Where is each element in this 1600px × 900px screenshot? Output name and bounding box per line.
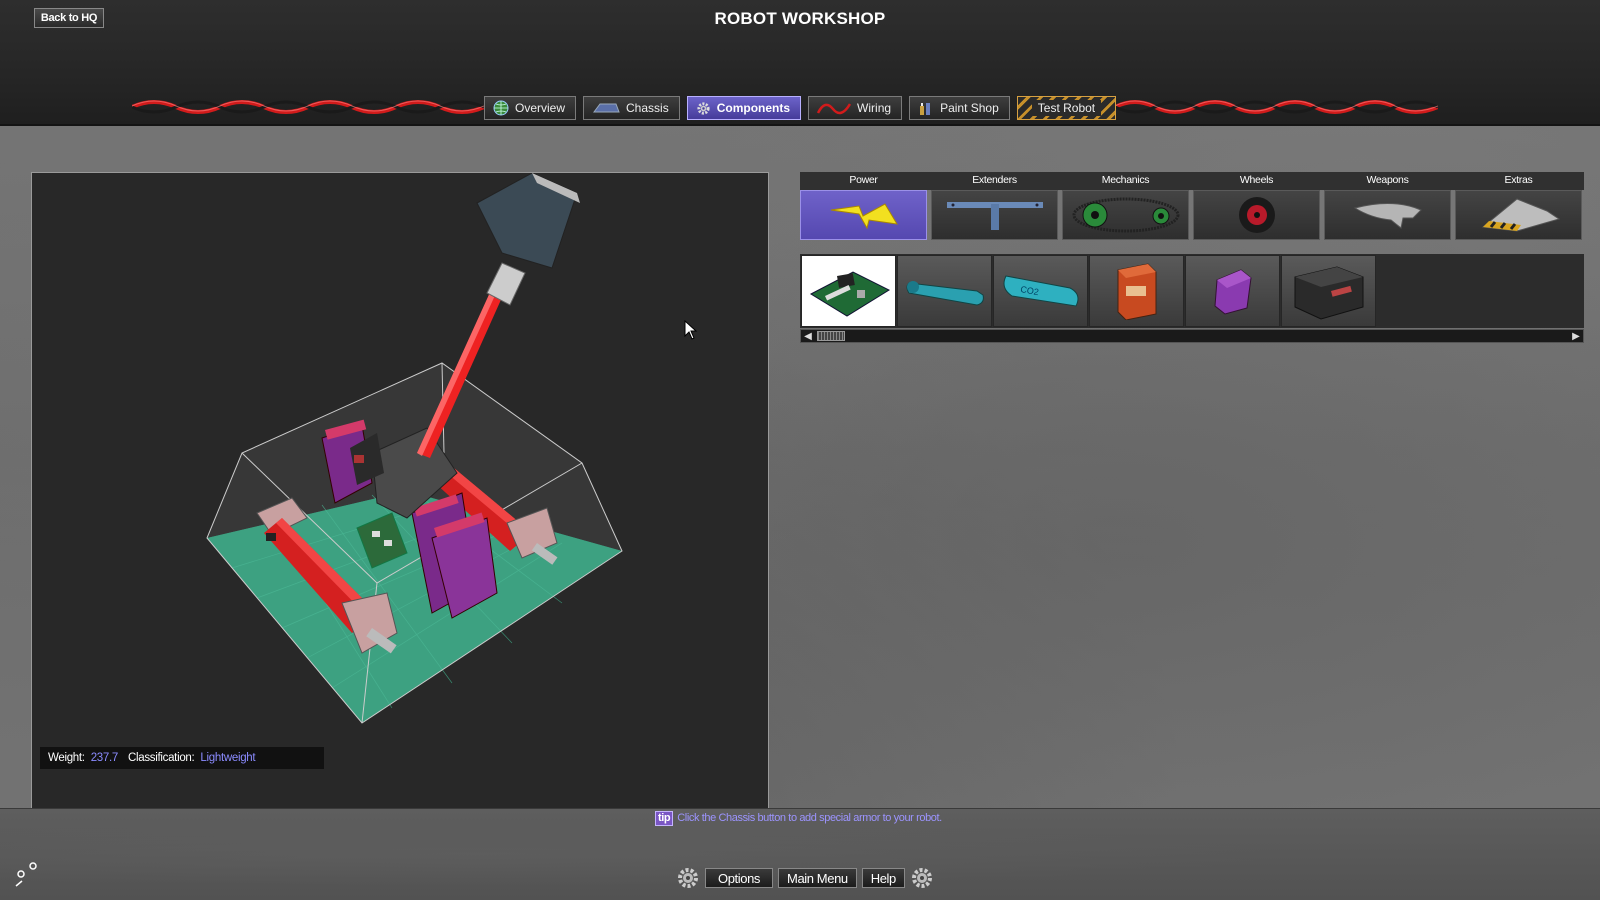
globe-icon: [493, 100, 509, 116]
bottom-menu-bar: Options Main Menu Help: [676, 866, 934, 890]
tab-overview[interactable]: Overview: [484, 96, 577, 120]
category-weapons: Weapons: [1324, 172, 1451, 240]
wire-decoration-right: [1115, 100, 1438, 114]
ramp-icon: [1481, 198, 1560, 232]
wheel-icon: [1238, 197, 1275, 233]
orange-battery-icon: [1117, 263, 1156, 320]
tab-paint-shop[interactable]: Paint Shop: [909, 96, 1010, 120]
tab-label: Wiring: [857, 101, 892, 115]
tip-badge: tip: [655, 810, 674, 826]
category-label: Extras: [1504, 174, 1533, 186]
circuit-board-icon: [809, 271, 890, 317]
item-orange-battery[interactable]: [1089, 255, 1184, 327]
tip-message: tip Click the Chassis button to add spec…: [655, 810, 942, 826]
category-power: Power: [800, 172, 927, 240]
category-extras: Extras: [1455, 172, 1582, 240]
tab-test-robot[interactable]: Test Robot: [1016, 96, 1117, 120]
tab-label: Test Robot: [1031, 100, 1102, 116]
loading-indicator-icon: [15, 862, 37, 887]
category-label: Weapons: [1366, 174, 1409, 186]
component-items-panel: CO2: [800, 254, 1584, 328]
tab-label: Paint Shop: [940, 101, 999, 115]
options-button[interactable]: Options: [705, 868, 774, 888]
classification-value: Lightweight: [200, 752, 256, 764]
item-circuit-board[interactable]: [801, 255, 896, 327]
wire-decoration-left: [132, 100, 484, 114]
item-teal-tank[interactable]: [897, 255, 992, 327]
items-scrollbar[interactable]: ◀ ▶: [800, 329, 1584, 343]
black-battery-icon: [1294, 266, 1363, 320]
category-extenders-button[interactable]: [931, 190, 1058, 240]
co2-tank-icon: CO2: [1003, 275, 1078, 307]
teal-tank-icon: [906, 281, 984, 306]
extender-icon: [946, 202, 1043, 230]
category-label: Power: [849, 174, 878, 186]
blade-icon: [1353, 202, 1422, 229]
purple-battery-icon: [1213, 269, 1252, 315]
gear-icon: [910, 866, 934, 890]
scrollbar-thumb[interactable]: [817, 331, 845, 341]
belt-icon: [1072, 197, 1179, 233]
category-extras-button[interactable]: [1455, 190, 1582, 240]
tab-label: Components: [716, 101, 791, 115]
category-label: Mechanics: [1101, 174, 1150, 186]
gear-icon: [676, 866, 700, 890]
lightning-icon: [830, 203, 898, 230]
category-wheels-button[interactable]: [1193, 190, 1320, 240]
mouse-cursor-icon: [684, 320, 698, 340]
tab-components[interactable]: Components: [686, 96, 802, 120]
scroll-left-arrow-icon[interactable]: ◀: [801, 330, 815, 342]
page-title: ROBOT WORKSHOP: [714, 9, 886, 28]
item-black-battery[interactable]: [1281, 255, 1376, 327]
scroll-right-arrow-icon[interactable]: ▶: [1569, 330, 1583, 342]
category-extenders: Extenders: [931, 172, 1058, 240]
robot-3d-viewport[interactable]: Weight: 237.7 Classification: Lightweigh…: [31, 172, 769, 808]
item-purple-battery[interactable]: [1185, 255, 1280, 327]
tip-text: Click the Chassis button to add special …: [677, 812, 942, 824]
header-bar: Back to HQ ROBOT WORKSHOP Overview Chass…: [0, 0, 1600, 126]
classification-label: Classification:: [127, 752, 195, 764]
category-wheels: Wheels: [1193, 172, 1320, 240]
category-mechanics-button[interactable]: [1062, 190, 1189, 240]
tab-bar: Overview Chassis Components Wiring Paint…: [484, 96, 1117, 120]
gear-icon: [697, 101, 710, 115]
category-label: Wheels: [1239, 174, 1274, 186]
help-button[interactable]: Help: [861, 868, 905, 888]
tab-label: Overview: [515, 101, 566, 115]
chassis-icon: [593, 103, 620, 113]
item-co2-tank[interactable]: CO2: [993, 255, 1088, 327]
tab-label: Chassis: [626, 101, 669, 115]
category-label: Extenders: [972, 174, 1017, 186]
weight-label: Weight:: [48, 752, 85, 764]
robot-model: [206, 173, 623, 724]
weight-value: 237.7: [90, 752, 119, 764]
component-category-panel: Power Extenders Mechanics Wheels Weapons…: [800, 172, 1584, 240]
category-power-button[interactable]: [800, 190, 927, 240]
weight-info-bar: Weight: 237.7 Classification: Lightweigh…: [40, 747, 324, 769]
tab-wiring[interactable]: Wiring: [808, 96, 903, 120]
category-weapons-button[interactable]: [1324, 190, 1451, 240]
paint-icon: [920, 103, 931, 115]
wire-icon: [817, 103, 852, 115]
main-menu-button[interactable]: Main Menu: [778, 868, 857, 888]
category-mechanics: Mechanics: [1062, 172, 1189, 240]
tab-chassis[interactable]: Chassis: [583, 96, 680, 120]
